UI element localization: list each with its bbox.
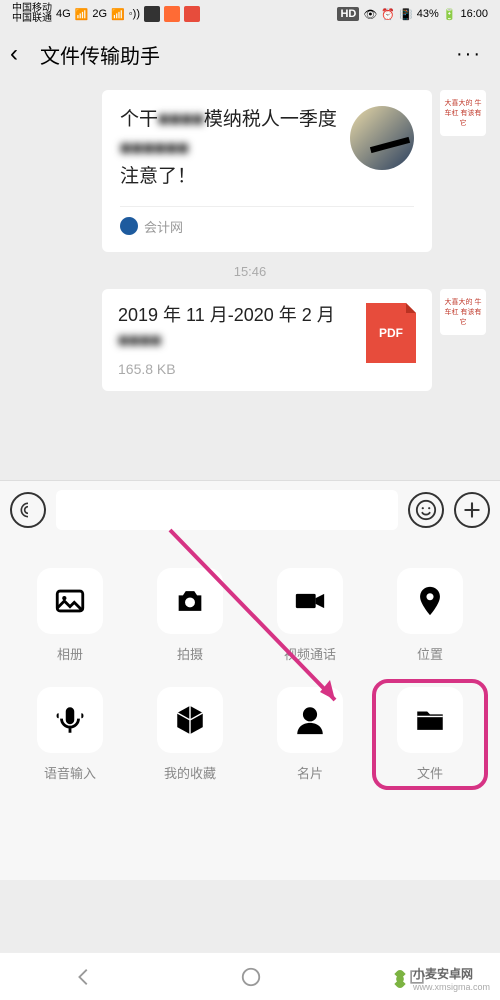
more-button[interactable]: ··· (456, 43, 490, 66)
alarm-icon: ⏰ (381, 8, 395, 21)
signal-icon: 📶 (75, 8, 89, 21)
panel-video-call[interactable]: 视频通话 (260, 568, 360, 663)
battery-percent: 43% (417, 8, 439, 20)
panel-favorites[interactable]: 我的收藏 (140, 687, 240, 782)
emoji-button[interactable] (408, 492, 444, 528)
watermark-brand: 小麦安卓网 (413, 965, 490, 982)
file-size: 165.8 KB (118, 361, 354, 377)
app-icon-1 (144, 6, 160, 22)
timestamp: 15:46 (14, 264, 486, 279)
network-4g: 4G (56, 8, 71, 20)
panel-album[interactable]: 相册 (20, 568, 120, 663)
article-source: 会计网 (144, 217, 183, 236)
clock-time: 16:00 (460, 8, 488, 20)
attachment-panel: 相册 拍摄 视频通话 位置 语音输入 我的收藏 名片 文件 (0, 538, 500, 880)
panel-location[interactable]: 位置 (380, 568, 480, 663)
panel-camera[interactable]: 拍摄 (140, 568, 240, 663)
status-bar: 中国移动 中国联通 4G 📶 2G 📶 ◦)) HD 👁 ⏰ 📳 43% 🔋 1… (0, 0, 500, 28)
avatar[interactable]: 大喜大的 牛车杠 有该有它 (440, 90, 486, 136)
plus-button[interactable] (454, 492, 490, 528)
vibrate-icon: 📳 (399, 8, 413, 21)
nav-back-icon[interactable] (73, 966, 95, 988)
eye-icon: 👁 (363, 8, 377, 21)
panel-file[interactable]: 文件 (372, 679, 488, 790)
network-2g: 2G (92, 8, 107, 20)
battery-icon: 🔋 (443, 8, 457, 21)
message-input[interactable] (56, 490, 398, 530)
chat-area: 个干■■■■模纳税人一季度 ■■■■■■ 注意了！ 会计网 大喜大的 牛车杠 有… (0, 80, 500, 480)
carrier-2: 中国联通 (12, 14, 52, 24)
article-thumb-icon (350, 106, 414, 170)
hd-badge: HD (337, 7, 359, 21)
back-button[interactable]: ‹ (10, 40, 40, 68)
app-icon-3 (184, 6, 200, 22)
panel-contact-card[interactable]: 名片 (260, 687, 360, 782)
pdf-icon: PDF (366, 303, 416, 363)
message-article[interactable]: 个干■■■■模纳税人一季度 ■■■■■■ 注意了！ 会计网 大喜大的 牛车杠 有… (14, 90, 486, 252)
app-header: ‹ 文件传输助手 ··· (0, 28, 500, 80)
avatar[interactable]: 大喜大的 牛车杠 有该有它 (440, 289, 486, 335)
voice-button[interactable] (10, 492, 46, 528)
app-icon-2 (164, 6, 180, 22)
page-title: 文件传输助手 (40, 40, 456, 69)
file-name: 2019 年 11 月-2020 年 2 月 ■■■■ (118, 303, 354, 353)
message-file[interactable]: 2019 年 11 月-2020 年 2 月 ■■■■ 165.8 KB PDF… (14, 289, 486, 391)
panel-voice-input[interactable]: 语音输入 (20, 687, 120, 782)
input-bar (0, 480, 500, 538)
watermark-icon (391, 970, 409, 988)
watermark: 小麦安卓网 www.xmsigma.com (391, 965, 490, 992)
nav-home-icon[interactable] (240, 966, 262, 988)
source-icon (120, 217, 138, 235)
signal-icon-2: 📶 (111, 8, 125, 21)
wifi-icon: ◦)) (129, 8, 140, 20)
watermark-url: www.xmsigma.com (413, 982, 490, 992)
